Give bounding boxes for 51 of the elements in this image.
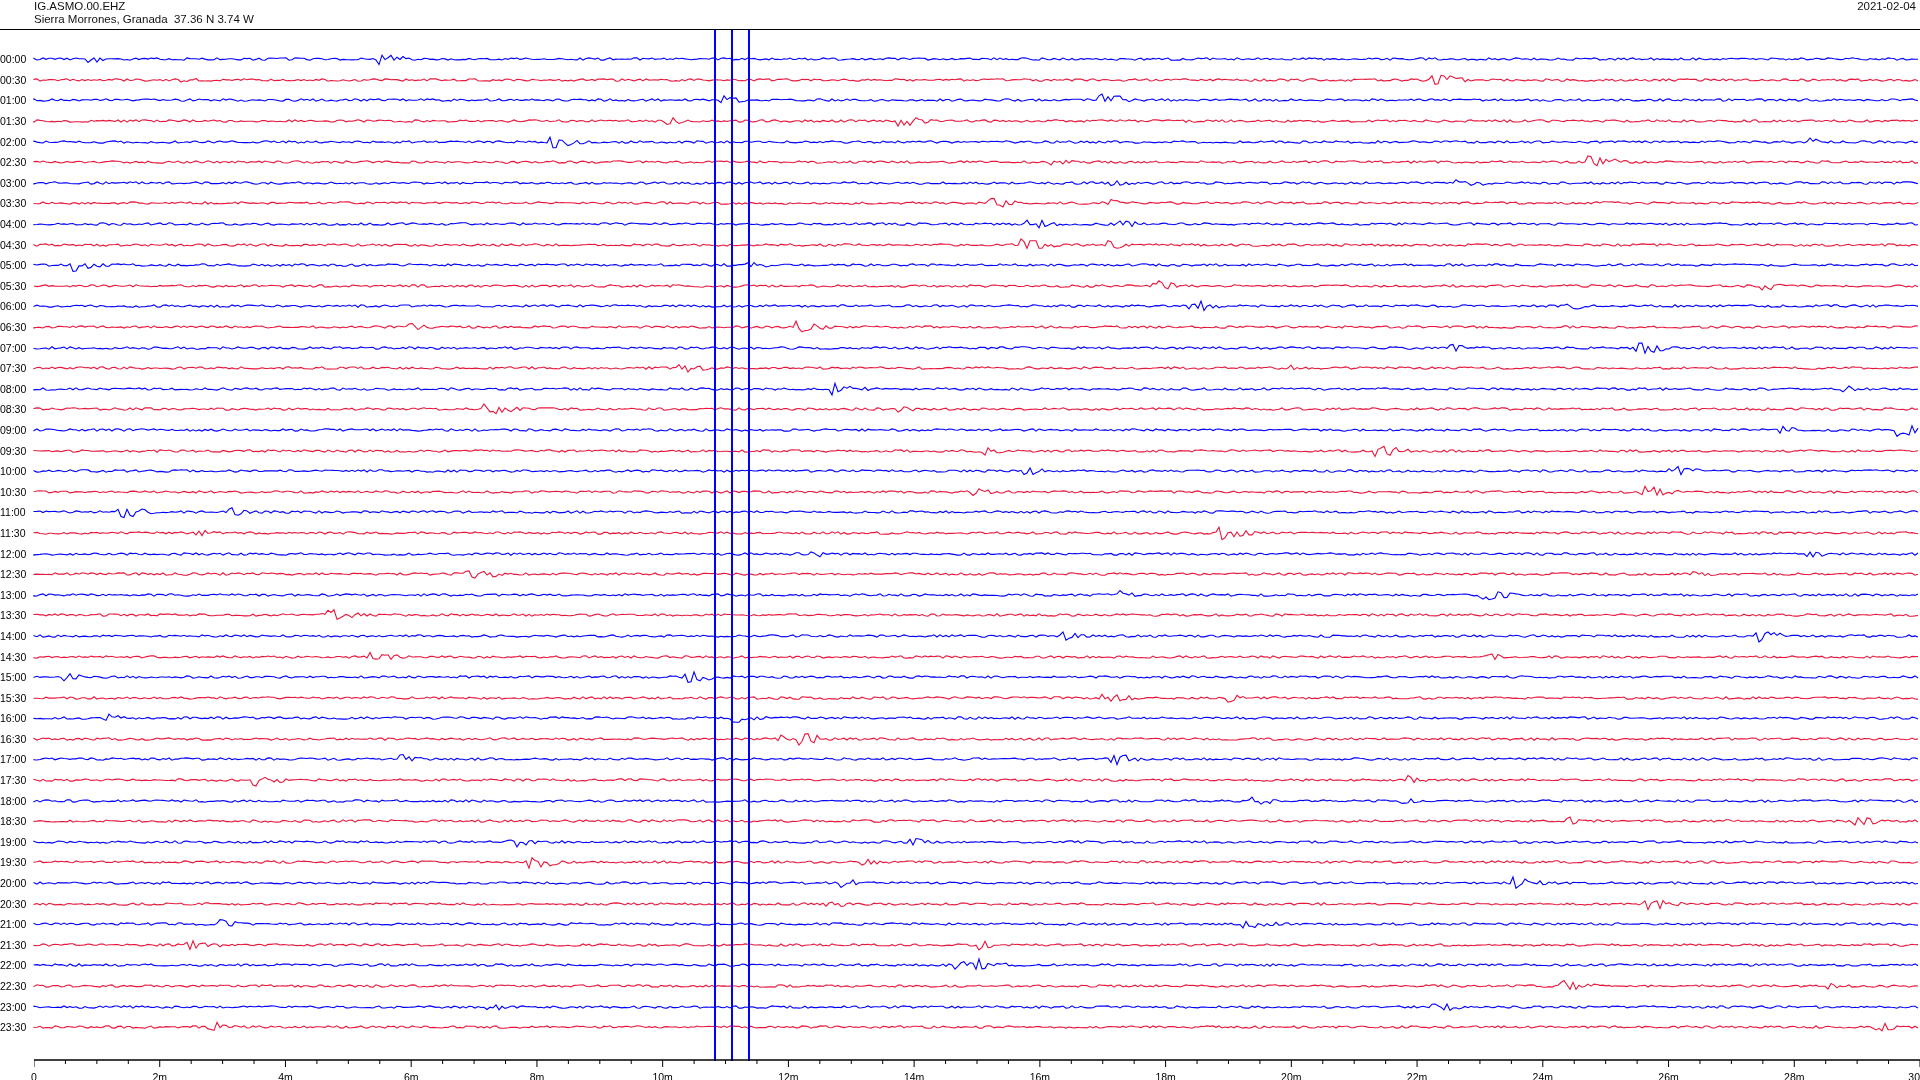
time-label: 05:30 bbox=[0, 279, 28, 292]
time-label: 23:30 bbox=[0, 1021, 28, 1034]
time-label: 05:00 bbox=[0, 259, 28, 272]
time-label: 07:00 bbox=[0, 341, 28, 354]
time-label: 12:00 bbox=[0, 547, 28, 560]
time-label: 03:30 bbox=[0, 197, 28, 210]
time-label: 08:00 bbox=[0, 382, 28, 395]
time-label: 10:00 bbox=[0, 465, 28, 478]
time-label: 19:30 bbox=[0, 856, 28, 869]
time-label: 17:30 bbox=[0, 774, 28, 787]
time-label: 20:00 bbox=[0, 877, 28, 890]
time-label: 15:30 bbox=[0, 691, 28, 704]
time-label: 06:00 bbox=[0, 300, 28, 313]
time-label: 16:30 bbox=[0, 732, 28, 745]
time-label: 22:00 bbox=[0, 959, 28, 972]
time-label: 03:00 bbox=[0, 176, 28, 189]
time-label: 14:00 bbox=[0, 629, 28, 642]
time-label: 00:30 bbox=[0, 73, 28, 86]
time-label: 09:00 bbox=[0, 424, 28, 436]
time-label: 10:30 bbox=[0, 485, 28, 498]
time-label: 15:00 bbox=[0, 671, 28, 684]
time-label: 02:30 bbox=[0, 156, 28, 169]
time-label: 16:00 bbox=[0, 712, 28, 725]
time-label: 13:00 bbox=[0, 588, 28, 601]
time-label: 04:00 bbox=[0, 218, 28, 231]
time-label: 02:00 bbox=[0, 135, 28, 148]
time-label: 21:00 bbox=[0, 918, 28, 931]
time-label: 18:00 bbox=[0, 794, 28, 807]
time-label: 12:30 bbox=[0, 568, 28, 581]
time-label: 19:00 bbox=[0, 835, 28, 848]
time-label: 11:00 bbox=[0, 506, 27, 519]
time-label: 17:00 bbox=[0, 753, 28, 766]
time-label: 08:30 bbox=[0, 403, 28, 416]
time-label: 06:30 bbox=[0, 321, 28, 333]
time-label: 01:30 bbox=[0, 115, 28, 128]
time-label: 21:30 bbox=[0, 938, 28, 951]
time-label: 22:30 bbox=[0, 980, 28, 992]
time-label: 14:30 bbox=[0, 650, 28, 663]
time-label: 04:30 bbox=[0, 238, 28, 251]
date-label: 2021-02-04 bbox=[1857, 0, 1917, 13]
station-code: IG.ASMO.00.EHZ bbox=[34, 0, 127, 13]
time-label: 23:00 bbox=[0, 1000, 28, 1013]
time-label: 00:00 bbox=[0, 53, 28, 66]
time-label: 07:30 bbox=[0, 362, 28, 375]
time-label: 13:30 bbox=[0, 609, 28, 622]
time-label: 09:30 bbox=[0, 444, 28, 457]
time-label: 18:30 bbox=[0, 815, 28, 828]
station-location: Sierra Morrones, Granada 37.36 N 3.74 W bbox=[34, 13, 254, 26]
time-label: 11:30 bbox=[0, 526, 27, 539]
time-label: 01:00 bbox=[0, 94, 28, 107]
time-label: 20:30 bbox=[0, 897, 28, 910]
